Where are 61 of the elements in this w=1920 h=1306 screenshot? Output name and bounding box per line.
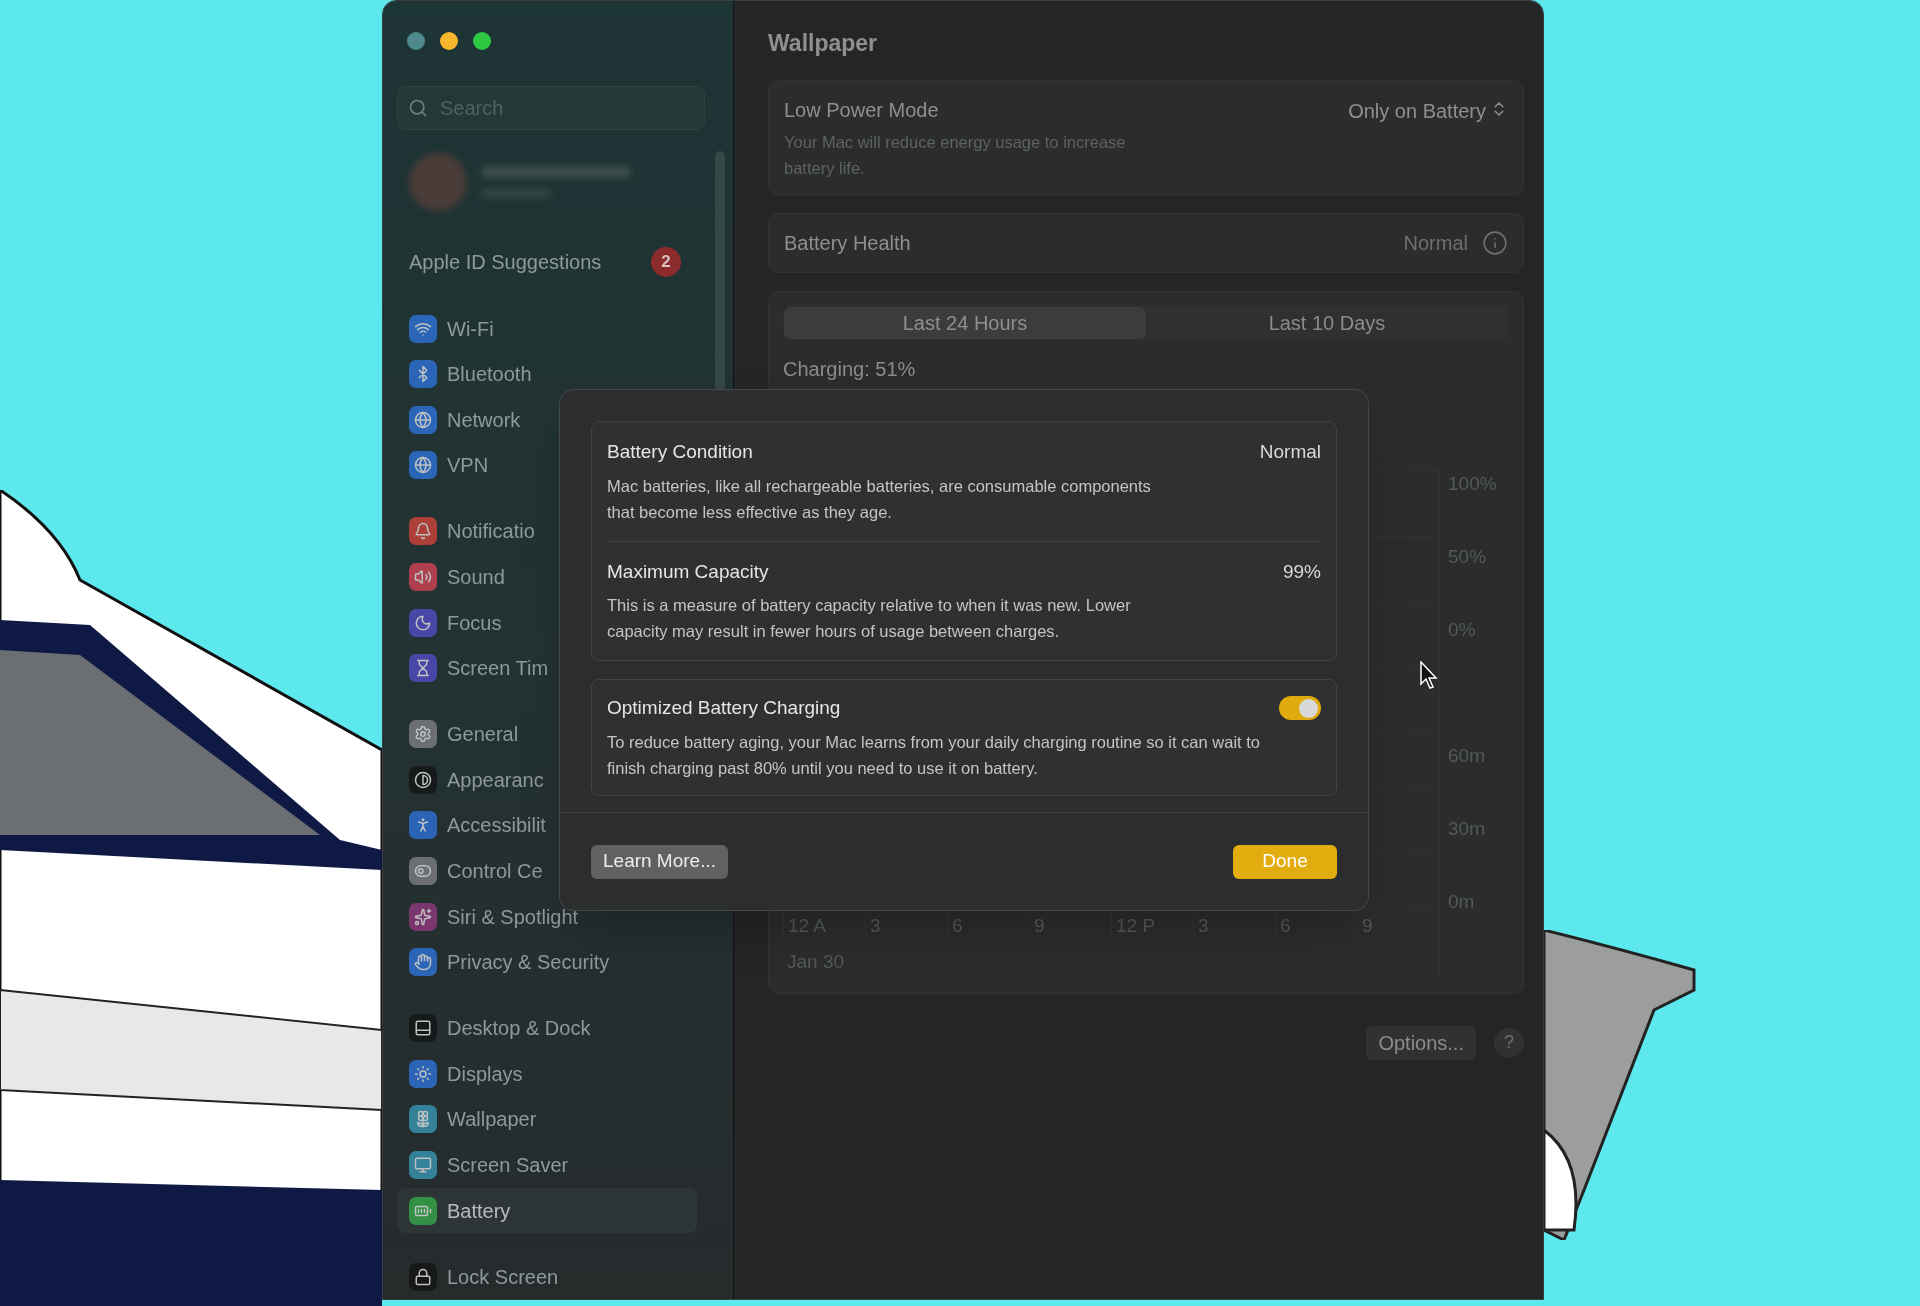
popup-button[interactable]: Only on Battery xyxy=(1348,94,1508,181)
section-description: Mac batteries, like all rechargeable batteries, are consumable components that become less effective as they age. xyxy=(607,475,1152,523)
tab[interactable]: Last 24 Hours xyxy=(784,306,1146,339)
bluetooth-icon xyxy=(409,360,437,389)
sidebar-item[interactable]: Wallpaper xyxy=(397,1096,697,1142)
toggles-icon xyxy=(409,856,437,885)
screen-icon xyxy=(409,1150,437,1179)
setting-description: To reduce battery aging, your Mac learns from your daily charging routine so it can wait to finish charging past 80% until you need to use it on battery. xyxy=(607,731,1261,779)
orb-icon xyxy=(409,902,437,931)
toggle-switch[interactable] xyxy=(1279,696,1321,721)
sidebar-item[interactable]: Displays xyxy=(397,1051,697,1097)
globe-icon xyxy=(409,405,437,434)
help-button[interactable]: ? xyxy=(1494,1027,1524,1058)
contrast-icon xyxy=(409,765,437,794)
sidebar-item[interactable]: Battery xyxy=(397,1188,697,1233)
setting-title: Optimized Battery Charging xyxy=(607,696,841,720)
close-button[interactable] xyxy=(407,32,425,50)
hand-icon xyxy=(409,948,437,977)
section-title: Maximum Capacity xyxy=(607,559,769,584)
section-value: Normal xyxy=(1259,440,1321,464)
lock-icon xyxy=(409,1262,437,1291)
wifi-icon xyxy=(409,314,437,343)
sidebar-item[interactable]: Lock Screen xyxy=(397,1254,697,1299)
flower-icon xyxy=(409,1105,437,1134)
tab[interactable]: Last 10 Days xyxy=(1146,306,1508,339)
gear-icon xyxy=(409,720,437,749)
info-icon[interactable] xyxy=(1482,229,1508,256)
speaker-icon xyxy=(409,562,437,591)
apple-id-label: Apple ID Suggestions xyxy=(409,249,602,275)
apple-id-suggestions[interactable]: Apple ID Suggestions 2 xyxy=(397,239,719,285)
setting-label: Low Power Mode xyxy=(784,97,940,123)
section-title: Battery Condition xyxy=(607,440,753,464)
hourglass-icon xyxy=(409,654,437,683)
sidebar-item[interactable]: Desktop & Dock xyxy=(397,1005,697,1051)
zoom-button[interactable] xyxy=(473,32,491,50)
sidebar-item[interactable]: Privacy & Security xyxy=(397,939,697,985)
minimize-button[interactable] xyxy=(440,32,458,50)
bell-icon xyxy=(409,517,437,546)
globe-icon xyxy=(409,451,437,480)
section-description: This is a measure of battery capacity relative to when it was new. Lower capacity may result in fewer hours of usage between charges. xyxy=(607,595,1132,642)
sidebar-item[interactable]: Siri & Spotlight xyxy=(397,894,697,940)
battery-icon xyxy=(409,1196,437,1225)
learn-more-button[interactable]: Learn More... xyxy=(591,844,728,879)
sidebar-item[interactable]: Screen Saver xyxy=(397,1142,697,1188)
setting-value: Normal xyxy=(1403,230,1468,256)
dock-icon xyxy=(409,1014,437,1043)
sidebar-item[interactable]: Wi-Fi xyxy=(397,306,697,352)
sidebar-item[interactable]: Network xyxy=(397,397,697,443)
setting-label: Battery Health xyxy=(784,230,911,256)
moon-icon xyxy=(409,608,437,637)
charging-status: Charging: 51% xyxy=(783,356,917,382)
options-button[interactable]: Options... xyxy=(1366,1025,1476,1060)
pointer-icon xyxy=(1420,661,1440,689)
section-value: 99% xyxy=(1282,559,1321,584)
notification-badge: 2 xyxy=(651,246,681,277)
search-icon xyxy=(408,98,428,118)
window-title: Wallpaper xyxy=(768,29,879,58)
sun-icon xyxy=(409,1059,437,1088)
sidebar-item[interactable]: Bluetooth xyxy=(397,351,697,397)
person-icon xyxy=(409,811,437,840)
sidebar-item[interactable]: Screen Tim xyxy=(397,645,697,691)
